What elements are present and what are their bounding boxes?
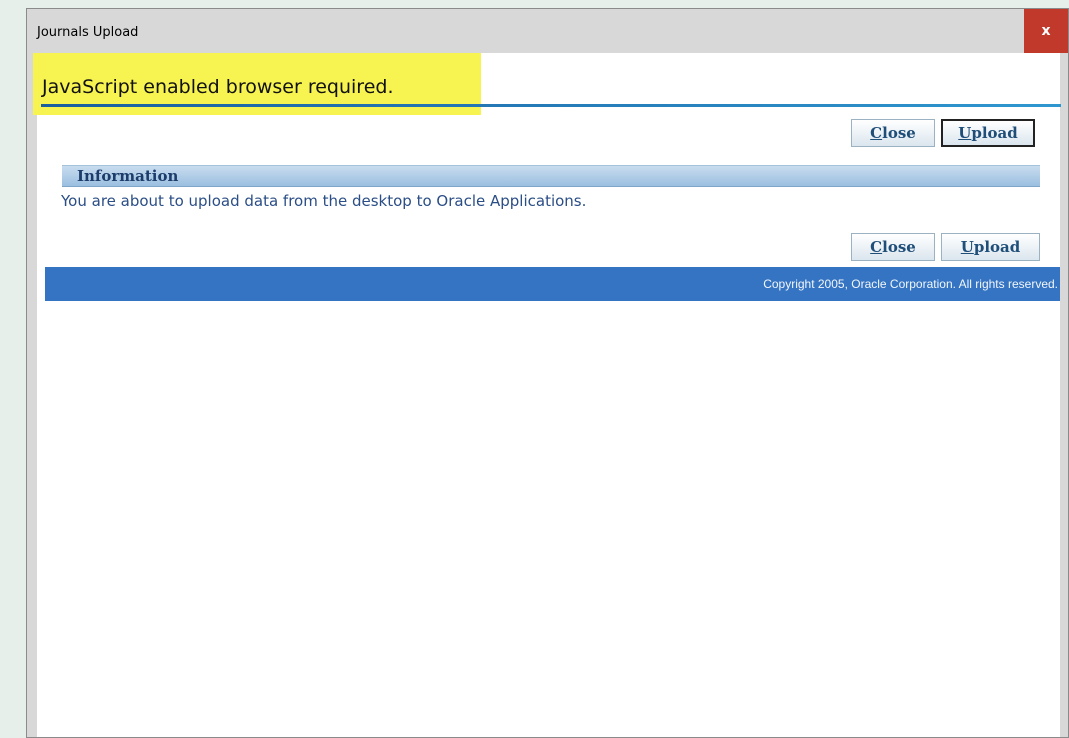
javascript-required-message: JavaScript enabled browser required. bbox=[42, 76, 394, 98]
copyright-notice: Copyright 2005, Oracle Corporation. All … bbox=[763, 277, 1058, 291]
header-divider bbox=[41, 104, 1061, 107]
upload-button-bottom[interactable]: Upload bbox=[941, 233, 1040, 261]
upload-button-top[interactable]: Upload bbox=[941, 119, 1035, 147]
upload-label: pload bbox=[973, 238, 1021, 256]
window-close-button[interactable]: x bbox=[1024, 9, 1068, 53]
upload-accesskey: U bbox=[960, 238, 974, 256]
window-title: Journals Upload bbox=[37, 25, 139, 40]
journals-upload-window: Journals Upload x JavaScript enabled bro… bbox=[26, 8, 1069, 738]
upload-label: pload bbox=[971, 124, 1018, 142]
close-accesskey: C bbox=[870, 124, 883, 142]
information-message: You are about to upload data from the de… bbox=[61, 192, 587, 210]
title-bar: Journals Upload x bbox=[27, 9, 1068, 53]
upload-accesskey: U bbox=[958, 124, 972, 142]
information-header: Information bbox=[62, 165, 1040, 187]
content-area: JavaScript enabled browser required. Clo… bbox=[33, 53, 1061, 737]
close-label: lose bbox=[882, 238, 916, 256]
close-button-bottom[interactable]: Close bbox=[851, 233, 935, 261]
footer-bar: Copyright 2005, Oracle Corporation. All … bbox=[45, 267, 1060, 301]
close-button-top[interactable]: Close bbox=[851, 119, 935, 147]
information-header-label: Information bbox=[77, 167, 179, 185]
close-label: lose bbox=[882, 124, 916, 142]
close-accesskey: C bbox=[870, 238, 883, 256]
